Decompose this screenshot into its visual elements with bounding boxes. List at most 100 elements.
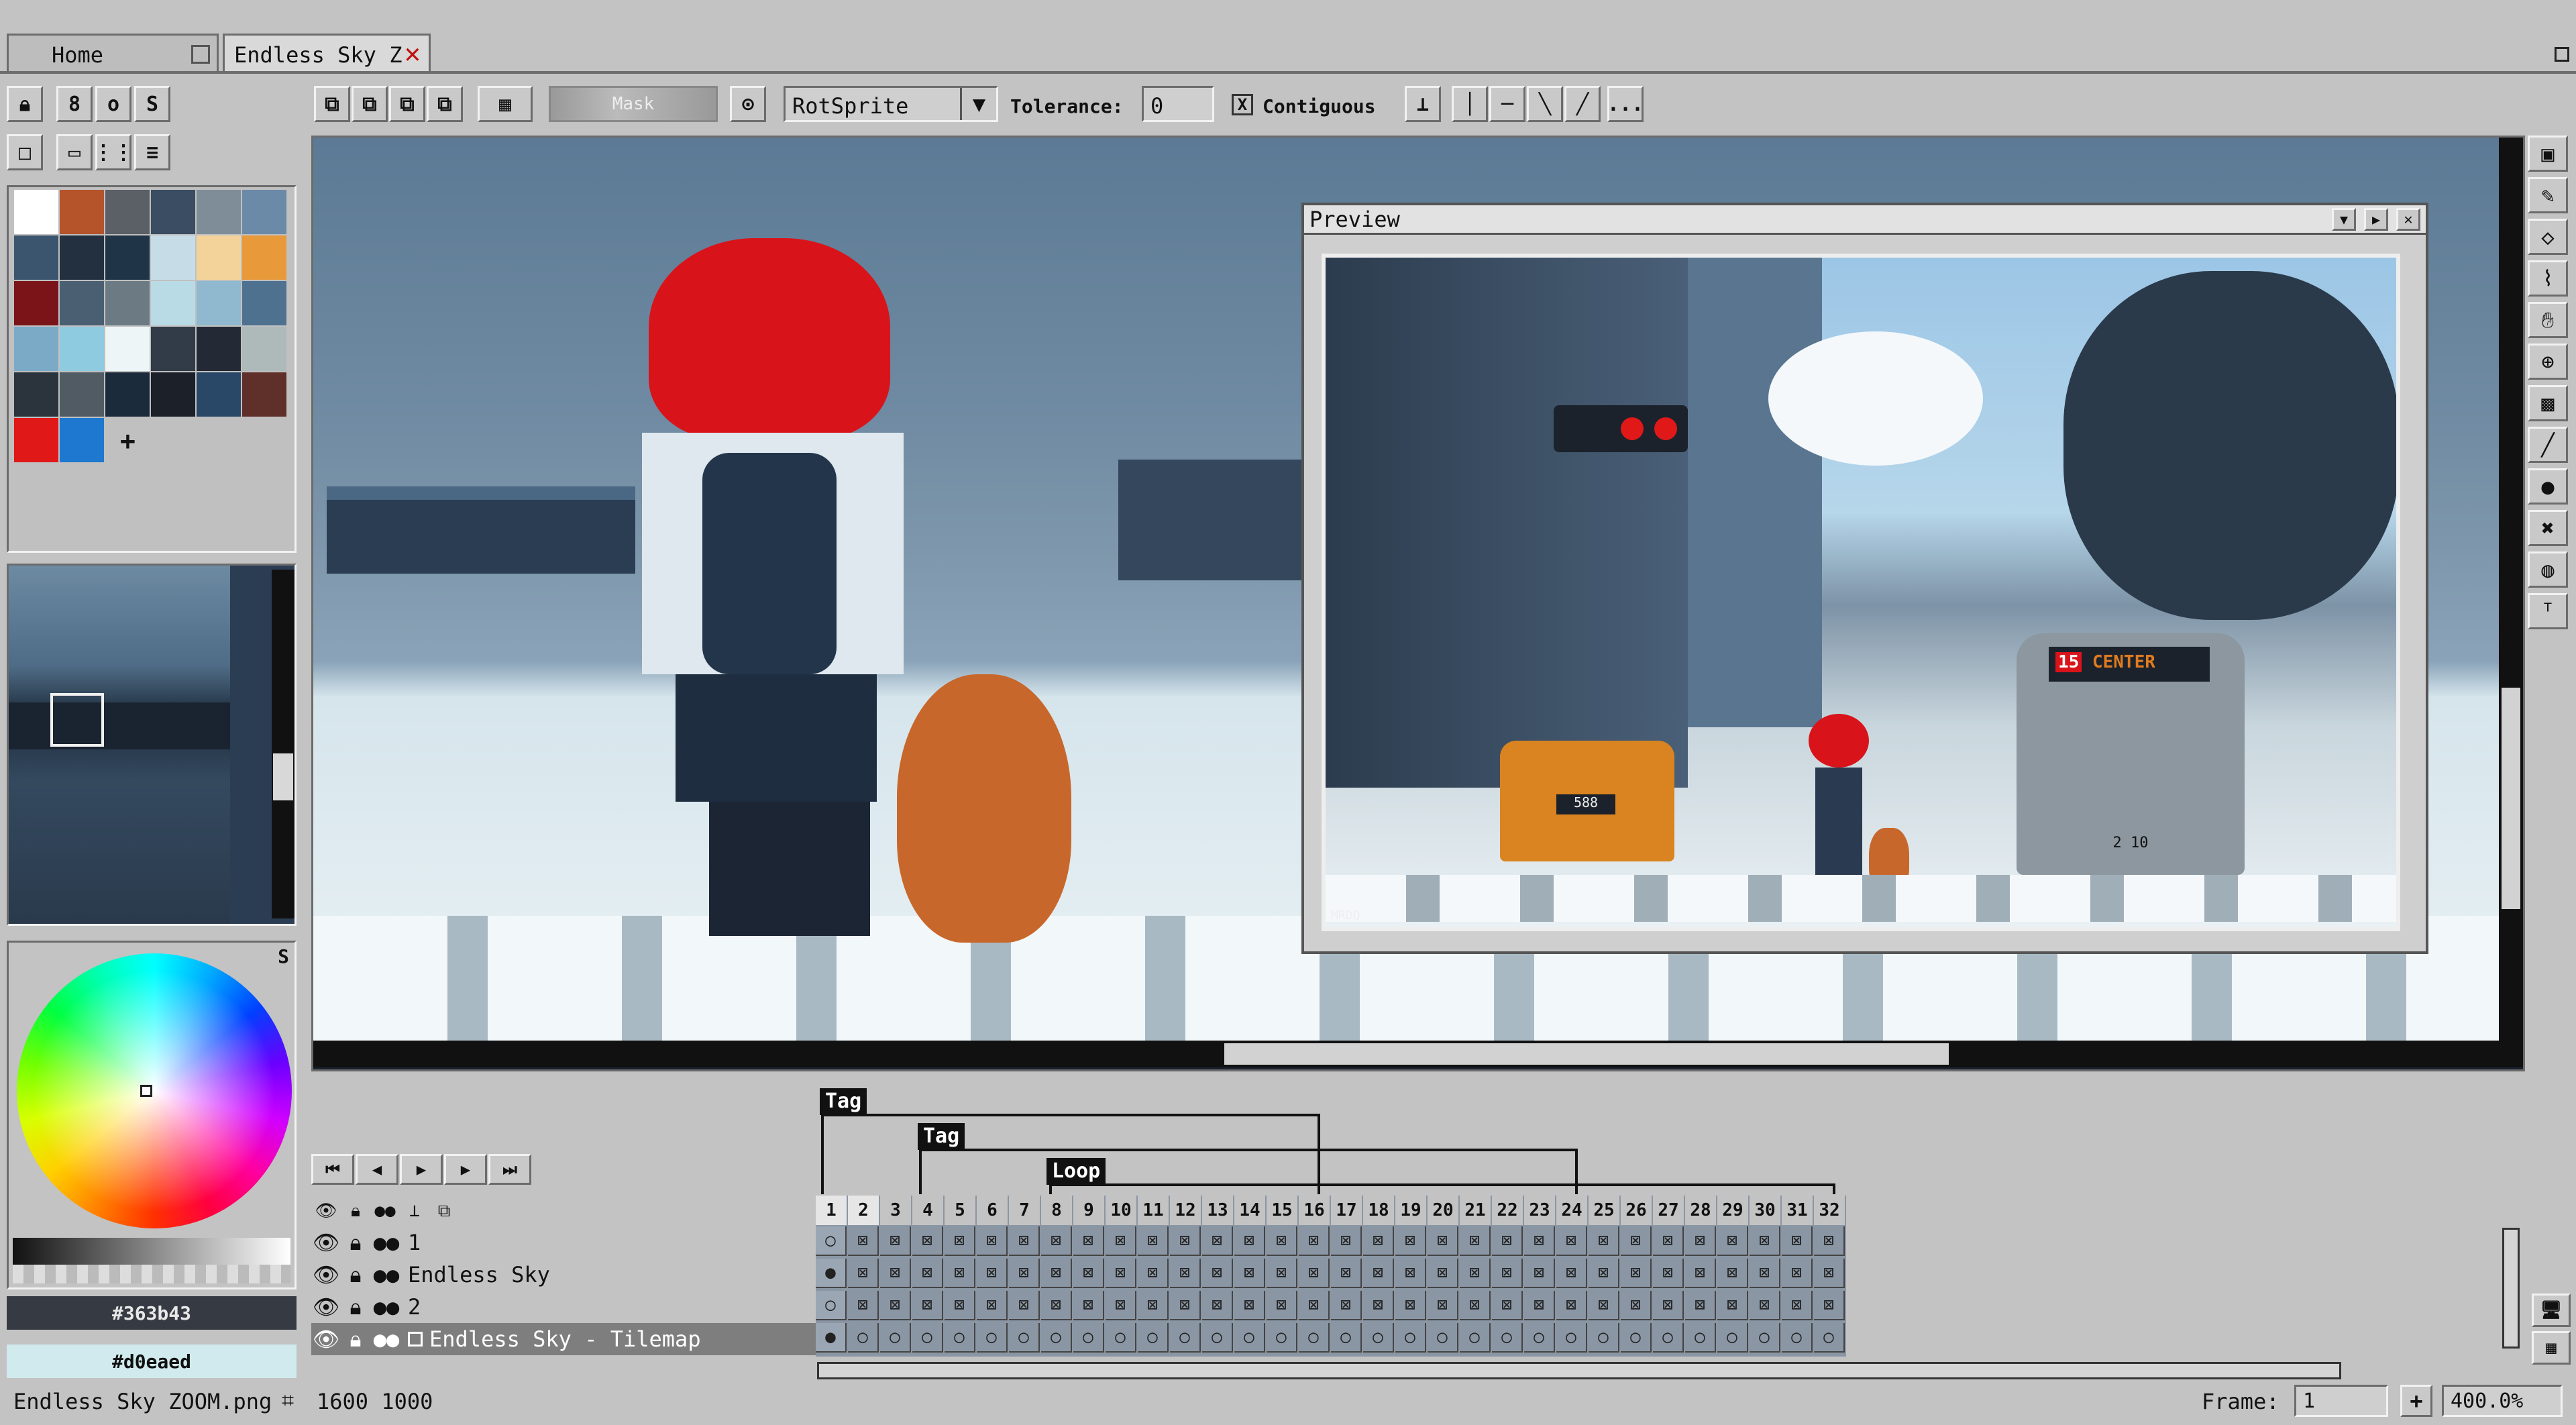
frame-cell[interactable]: ⊠: [1717, 1291, 1748, 1320]
frame-cell[interactable]: ○: [1653, 1323, 1684, 1353]
frame-input[interactable]: 1: [2294, 1385, 2388, 1417]
frame-cell[interactable]: ⊠: [977, 1259, 1008, 1288]
palette-swatch[interactable]: [197, 281, 241, 325]
next-frame-icon[interactable]: ▶︎: [444, 1154, 487, 1185]
frame-cell[interactable]: ○: [1782, 1323, 1813, 1353]
frame-cell[interactable]: ⊠: [1106, 1259, 1136, 1288]
list-icon[interactable]: ≡: [134, 134, 170, 170]
frame-header[interactable]: 17: [1331, 1196, 1362, 1225]
palette-swatch[interactable]: [105, 372, 150, 417]
frame-header[interactable]: 9: [1073, 1196, 1104, 1225]
frame-header[interactable]: 12: [1170, 1196, 1201, 1225]
lock-icon[interactable]: 🔒︎: [7, 86, 43, 122]
frame-cell[interactable]: ⊠: [1267, 1259, 1297, 1288]
palette-swatch[interactable]: [60, 235, 104, 280]
frame-header[interactable]: 16: [1299, 1196, 1330, 1225]
frame-cell[interactable]: ⊠: [1395, 1259, 1426, 1288]
frame-cell[interactable]: ○: [1492, 1323, 1523, 1353]
color-wheel-marker[interactable]: [140, 1085, 152, 1097]
more-options-button[interactable]: ...: [1607, 86, 1644, 122]
frame-cell[interactable]: ○: [1460, 1323, 1491, 1353]
zoom-icon[interactable]: ⊕: [2528, 344, 2568, 380]
frame-cell[interactable]: ⊠: [1589, 1259, 1619, 1288]
frame-cell[interactable]: ⊠: [1428, 1259, 1458, 1288]
stamp-icon[interactable]: ▣: [2528, 136, 2568, 172]
palette-swatch[interactable]: [14, 327, 58, 371]
frame-cell[interactable]: ⊠: [1685, 1291, 1716, 1320]
frame-cell[interactable]: ○: [945, 1323, 975, 1353]
frame-cell[interactable]: ⊠: [1589, 1226, 1619, 1256]
frame-cell[interactable]: ○: [816, 1291, 847, 1320]
eye-icon[interactable]: 👁︎: [311, 1326, 341, 1352]
frame-cell[interactable]: ○: [1428, 1323, 1458, 1353]
frame-header[interactable]: 24: [1556, 1196, 1587, 1225]
frame-cell[interactable]: ⊠: [1814, 1291, 1845, 1320]
close-icon[interactable]: ✕: [405, 38, 421, 69]
continuous-icon[interactable]: ●●: [370, 1326, 402, 1352]
frame-cell[interactable]: ⊠: [1428, 1226, 1458, 1256]
frame-cell[interactable]: ○: [1750, 1323, 1780, 1353]
palette-swatch[interactable]: [105, 281, 150, 325]
frame-cell[interactable]: ○: [1685, 1323, 1716, 1353]
tag-2-label[interactable]: Tag: [918, 1123, 965, 1150]
frame-cell[interactable]: ⊠: [1363, 1259, 1394, 1288]
frame-cell[interactable]: ⊠: [1782, 1291, 1813, 1320]
visibility-header-icon[interactable]: 👁︎: [311, 1201, 341, 1221]
frame-header[interactable]: 2: [848, 1196, 879, 1225]
frame-cell[interactable]: ○: [1009, 1323, 1040, 1353]
frame-cell[interactable]: ⊠: [1395, 1291, 1426, 1320]
frame-cell[interactable]: ○: [1234, 1323, 1265, 1353]
pencil-icon[interactable]: ✎: [2528, 177, 2568, 213]
palette-swatch[interactable]: [242, 372, 286, 417]
frame-cell[interactable]: ⊠: [1750, 1291, 1780, 1320]
frame-cell[interactable]: ⊠: [977, 1226, 1008, 1256]
frame-header[interactable]: 26: [1621, 1196, 1652, 1225]
frame-cell[interactable]: ⊠: [1073, 1291, 1104, 1320]
frame-cell[interactable]: ⊠: [848, 1291, 879, 1320]
frame-cell[interactable]: ⊠: [1299, 1259, 1330, 1288]
palette-swatch[interactable]: [105, 327, 150, 371]
monitor-icon[interactable]: 🖥︎: [2532, 1294, 2571, 1327]
frame-header[interactable]: 5: [945, 1196, 975, 1225]
frame-cell[interactable]: ⊠: [1138, 1291, 1169, 1320]
previous-frame-icon[interactable]: ◀︎: [356, 1154, 398, 1185]
line-diagonal-up-icon[interactable]: ╱: [1564, 86, 1601, 122]
frame-cell[interactable]: ⊠: [1460, 1291, 1491, 1320]
square-icon[interactable]: □: [7, 134, 43, 170]
frame-cell[interactable]: ○: [1395, 1323, 1426, 1353]
frame-cell[interactable]: ⊠: [1202, 1291, 1233, 1320]
frame-cell[interactable]: ○: [912, 1323, 943, 1353]
frame-cell[interactable]: ⊠: [1653, 1259, 1684, 1288]
frame-cell[interactable]: ⊠: [912, 1291, 943, 1320]
eye-icon[interactable]: 👁︎: [311, 1262, 341, 1287]
continuous-icon[interactable]: ●●: [370, 1294, 402, 1320]
timeline-vscroll[interactable]: [2502, 1228, 2520, 1349]
frame-header[interactable]: 15: [1267, 1196, 1297, 1225]
canvas-vscroll-thumb[interactable]: [2502, 688, 2520, 909]
frame-cell[interactable]: ○: [1267, 1323, 1297, 1353]
frame-cell[interactable]: ○: [1363, 1323, 1394, 1353]
pivot-icon[interactable]: ⊙: [730, 86, 766, 122]
frame-cell[interactable]: ○: [977, 1323, 1008, 1353]
frame-cell[interactable]: ●: [816, 1259, 847, 1288]
frame-cell[interactable]: ⊠: [1009, 1259, 1040, 1288]
frame-cell[interactable]: ⊠: [1492, 1291, 1523, 1320]
minimap-scroll-thumb[interactable]: [273, 753, 293, 800]
palette-swatch[interactable]: [242, 235, 286, 280]
frame-cell[interactable]: ⊠: [1653, 1226, 1684, 1256]
continuous-icon[interactable]: ●●: [370, 1262, 402, 1287]
frame-cell[interactable]: ⊠: [880, 1291, 911, 1320]
zoom-input[interactable]: 400.0%: [2442, 1385, 2563, 1417]
frame-cell[interactable]: ⊠: [1717, 1259, 1748, 1288]
frame-header[interactable]: 23: [1524, 1196, 1555, 1225]
palette-swatch[interactable]: [60, 190, 104, 234]
palette-swatch[interactable]: [197, 327, 241, 371]
continuous-icon[interactable]: ●●: [370, 1230, 402, 1255]
grid-view-icon[interactable]: ▦: [2532, 1331, 2571, 1365]
frame-cell[interactable]: ⊠: [977, 1291, 1008, 1320]
palette-swatch[interactable]: [105, 190, 150, 234]
frame-cell[interactable]: ○: [880, 1323, 911, 1353]
frame-cell[interactable]: ⊠: [848, 1259, 879, 1288]
blur-icon[interactable]: ◍: [2528, 551, 2568, 588]
continuous-header-icon[interactable]: ●●: [370, 1201, 400, 1221]
